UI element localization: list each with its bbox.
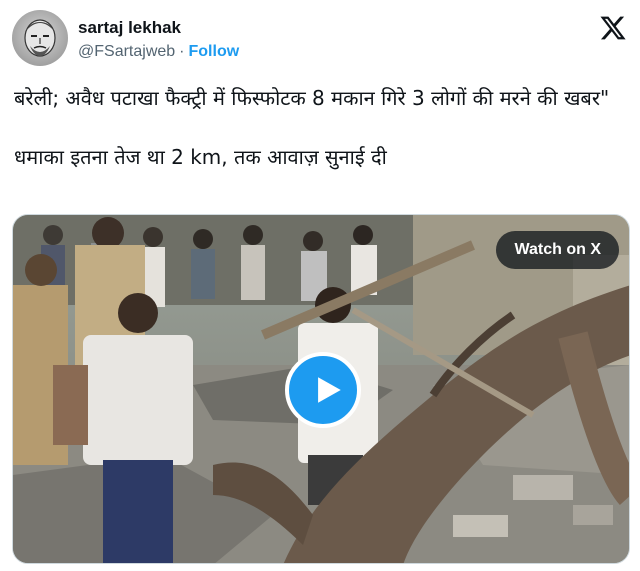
video-media[interactable]: Watch on X xyxy=(12,214,630,564)
play-button[interactable] xyxy=(285,352,361,428)
follow-button[interactable]: Follow xyxy=(189,43,240,60)
watch-on-x-button[interactable]: Watch on X xyxy=(496,231,619,269)
play-icon xyxy=(318,377,341,403)
tweet-paragraph-1: बरेली; अवैध पटाखा फैक्ट्री में फिस्फोटक … xyxy=(14,86,610,110)
tweet-paragraph-2: धमाका इतना तेज था 2 km, तक आवाज़ सुनाई द… xyxy=(14,145,387,169)
author-handle-row: @FSartajweb · Follow xyxy=(78,43,239,61)
author-handle[interactable]: @FSartajweb xyxy=(78,43,175,60)
tweet-text: बरेली; अवैध पटाखा फैक्ट्री में फिस्फोटक … xyxy=(14,84,626,172)
separator-dot: · xyxy=(179,43,185,60)
x-logo-icon[interactable] xyxy=(598,14,628,42)
avatar[interactable] xyxy=(12,10,68,66)
tweet-header: sartaj lekhak @FSartajweb · Follow xyxy=(12,10,628,70)
avatar-portrait-icon xyxy=(24,19,56,57)
author-name[interactable]: sartaj lekhak xyxy=(78,18,181,38)
